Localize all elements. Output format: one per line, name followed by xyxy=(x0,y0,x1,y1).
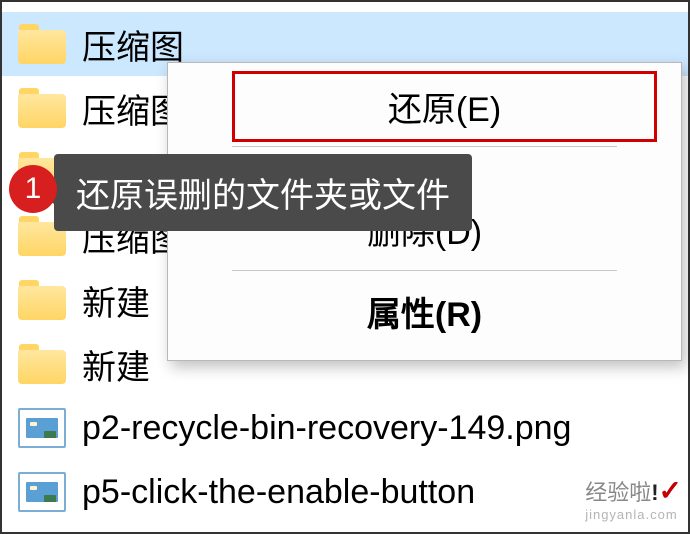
folder-icon xyxy=(18,344,66,384)
callout-badge: 1 xyxy=(9,165,57,213)
tooltip: 还原误删的文件夹或文件 xyxy=(54,154,472,231)
menu-separator xyxy=(232,270,617,271)
watermark-bang: ! xyxy=(651,480,658,505)
watermark: 经验啦!✓ jingyanla.com xyxy=(585,474,682,522)
file-label: p2-recycle-bin-recovery-149.png xyxy=(82,409,571,448)
menu-item-restore[interactable]: 还原(E) xyxy=(232,71,657,142)
file-label: 新建 xyxy=(82,276,150,325)
folder-icon xyxy=(18,24,66,64)
file-label: p5-click-the-enable-button xyxy=(82,473,475,512)
watermark-url: jingyanla.com xyxy=(585,507,682,522)
file-label: 新建 xyxy=(82,340,150,389)
menu-item-properties[interactable]: 属性(R) xyxy=(172,273,677,350)
image-file-icon xyxy=(18,408,66,448)
folder-icon xyxy=(18,280,66,320)
image-file-icon xyxy=(18,472,66,512)
watermark-text: 经验啦 xyxy=(585,480,651,505)
folder-icon xyxy=(18,88,66,128)
file-row-image[interactable]: p2-recycle-bin-recovery-149.png xyxy=(2,396,688,460)
menu-separator xyxy=(232,146,617,147)
check-icon: ✓ xyxy=(659,475,682,506)
